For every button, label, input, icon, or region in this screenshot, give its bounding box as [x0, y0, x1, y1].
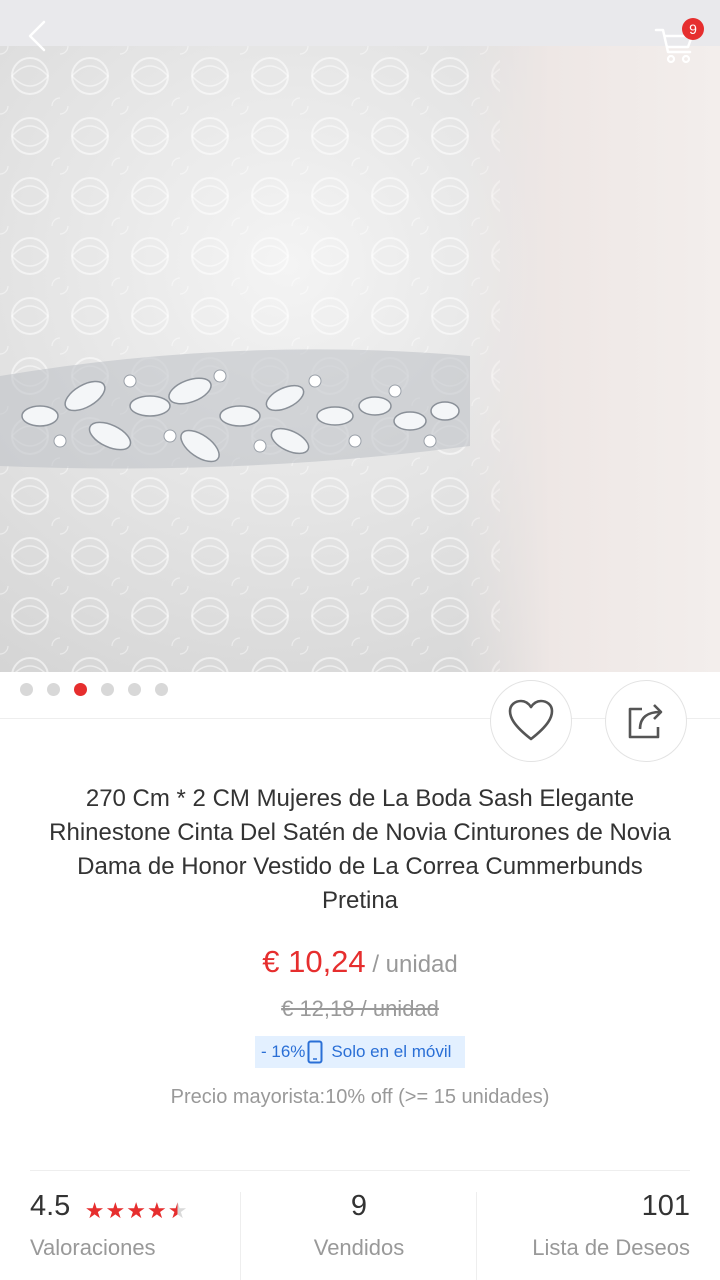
- star-icon: ★: [84, 1197, 105, 1223]
- star-icon: ★: [146, 1197, 167, 1223]
- share-icon: [628, 704, 663, 739]
- back-arrow-icon: [28, 20, 46, 52]
- rating-value: 4.5: [30, 1190, 71, 1222]
- star-icon: ★: [105, 1197, 126, 1223]
- phone-icon: [307, 1040, 323, 1064]
- pager-dot[interactable]: [47, 683, 60, 696]
- pager-dot[interactable]: [155, 683, 168, 696]
- wishlist-stat[interactable]: 101 Lista de Deseos: [477, 1190, 690, 1280]
- discount-percent: - 16%: [261, 1042, 306, 1061]
- mobile-only-label: Solo en el móvil: [331, 1042, 452, 1061]
- product-title: 270 Cm * 2 CM Mujeres de La Boda Sash El…: [49, 785, 671, 914]
- product-image[interactable]: [0, 46, 720, 672]
- star-icon: ★: [126, 1197, 146, 1223]
- original-price: € 12,18 / unidad: [281, 996, 439, 1021]
- sold-label: Vendidos: [313, 1235, 405, 1260]
- sold-value: 9: [350, 1190, 368, 1222]
- rating-stat[interactable]: 4.5 ★ ★ ★ ★ ★ Valoraciones: [30, 1190, 230, 1280]
- half-star-icon: ★: [167, 1197, 188, 1223]
- wishlist-label: Lista de Deseos: [532, 1235, 690, 1260]
- divider: [30, 1170, 690, 1171]
- background-wall: [460, 46, 720, 672]
- mobile-discount-badge: - 16% Solo en el móvil: [255, 1036, 465, 1068]
- cart-count-badge: 9: [682, 18, 704, 40]
- share-button[interactable]: [605, 680, 687, 762]
- heart-icon: [508, 699, 554, 741]
- wishlist-button[interactable]: [490, 680, 572, 762]
- rhinestone-belt: [0, 349, 470, 469]
- gallery-pager[interactable]: [20, 683, 168, 696]
- pager-dot[interactable]: [128, 683, 141, 696]
- pager-dot[interactable]: [101, 683, 114, 696]
- price-row: € 10,24 / unidad: [0, 944, 720, 980]
- rating-label: Valoraciones: [30, 1235, 156, 1260]
- wholesale-price: Precio mayorista:10% off (>= 15 unidades…: [170, 1086, 550, 1108]
- current-price: € 10,24: [262, 944, 366, 979]
- wishlist-value: 101: [641, 1190, 690, 1222]
- cart-button[interactable]: 9: [652, 18, 704, 64]
- price-unit: / unidad: [365, 951, 458, 978]
- sold-stat: 9 Vendidos: [241, 1190, 477, 1280]
- status-bar: [0, 0, 720, 46]
- pager-dot[interactable]: [20, 683, 33, 696]
- back-button[interactable]: [18, 16, 58, 56]
- pager-dot[interactable]: [74, 683, 87, 696]
- star-rating: ★ ★ ★ ★ ★: [84, 1197, 188, 1223]
